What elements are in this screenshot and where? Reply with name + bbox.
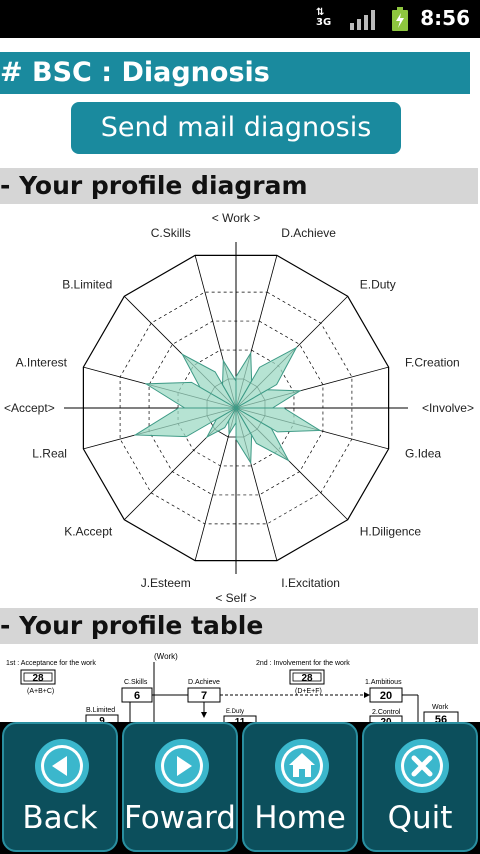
profile-table: (Work) 1st : Acceptance for the work 28 … (0, 648, 478, 722)
back-label: Back (22, 800, 98, 836)
status-bar: ⇅ 3G 8:56 (0, 0, 480, 38)
acceptance-formula: (A+B+C) (27, 688, 54, 695)
arrow-left-icon (35, 739, 89, 793)
label-self: < Self > (215, 591, 256, 605)
close-icon (395, 739, 449, 793)
table-header: (Work) (154, 652, 178, 661)
forward-button[interactable]: Foward (122, 722, 238, 852)
section-header-diagram: - Your profile diagram (0, 168, 478, 204)
e-duty-label: E.Duty (226, 709, 244, 715)
home-icon (275, 739, 329, 793)
arrow-right-icon (155, 739, 209, 793)
involvement-formula: (D+E+F) (295, 688, 322, 695)
forward-label: Foward (124, 800, 236, 836)
axis-label-d-achieve: D.Achieve (281, 226, 336, 240)
page-title: # BSC : Diagnosis (0, 52, 470, 94)
send-mail-button[interactable]: Send mail diagnosis (71, 102, 401, 154)
work-value: 56 (435, 714, 447, 722)
work-label: Work (432, 704, 449, 711)
label-involve: <Involve> (422, 401, 474, 415)
axis-label-a-interest: A.Interest (16, 356, 68, 370)
axis-label-c-skills: C.Skills (151, 226, 191, 240)
signal-icon (350, 10, 375, 30)
clock: 8:56 (420, 6, 470, 30)
axis-label-b-limited: B.Limited (62, 277, 112, 291)
c-skills-label: C.Skills (124, 679, 148, 686)
b-limited-label: B.Limited (86, 707, 115, 714)
back-button[interactable]: Back (2, 722, 118, 852)
bottom-nav: Back Foward Home Quit (0, 722, 480, 854)
axis-label-e-duty: E.Duty (360, 277, 396, 291)
battery-icon (392, 7, 408, 31)
home-label: Home (254, 800, 346, 836)
axis-label-g-idea: G.Idea (405, 446, 441, 460)
control-label: 2.Control (372, 709, 401, 716)
involvement-value: 28 (301, 673, 313, 684)
involvement-label: 2nd : Involvement for the work (256, 660, 350, 667)
home-button[interactable]: Home (242, 722, 358, 852)
d-achieve-label: D.Achieve (188, 679, 220, 686)
axis-label-k-accept: K.Accept (64, 525, 113, 539)
section-header-table: - Your profile table (0, 608, 478, 644)
ambitious-value: 20 (380, 690, 392, 702)
quit-button[interactable]: Quit (362, 722, 478, 852)
acceptance-label: 1st : Acceptance for the work (6, 660, 96, 667)
d-achieve-value: 7 (201, 690, 207, 702)
axis-label-j-esteem: J.Esteem (141, 576, 191, 590)
axis-label-f-creation: F.Creation (405, 356, 460, 370)
label-work: < Work > (212, 211, 260, 225)
content-area[interactable]: # BSC : Diagnosis Send mail diagnosis - … (0, 38, 480, 722)
axis-label-i-excitation: I.Excitation (281, 576, 340, 590)
ambitious-label: 1.Ambitious (365, 679, 402, 686)
radar-chart: D.Achieve E.Duty F.Creation G.Idea H.Diligen… (4, 211, 474, 605)
axis-label-l-real: L.Real (32, 446, 67, 460)
profile-table-graphic: (Work) 1st : Acceptance for the work 28 … (6, 652, 459, 722)
acceptance-value: 28 (32, 673, 44, 684)
quit-label: Quit (387, 800, 453, 836)
network-3g-icon: ⇅ 3G (316, 7, 332, 28)
c-skills-value: 6 (134, 690, 140, 702)
profile-diagram: D.Achieve E.Duty F.Creation G.Idea H.Diligen… (0, 206, 478, 608)
axis-label-h-diligence: H.Diligence (360, 525, 422, 539)
label-accept: <Accept> (4, 401, 55, 415)
